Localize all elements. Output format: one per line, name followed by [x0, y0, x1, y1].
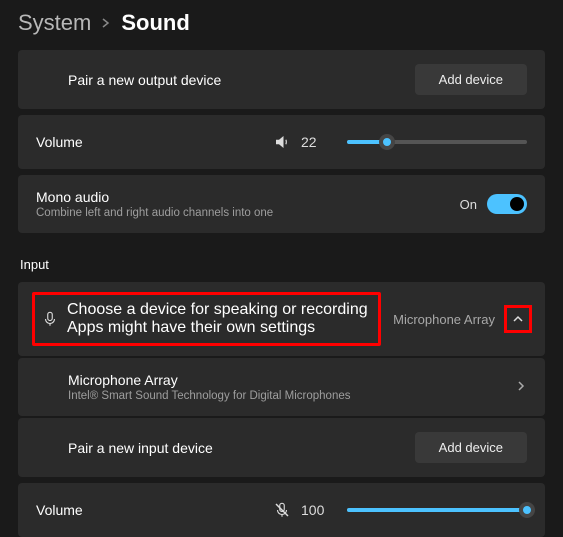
mono-audio-toggle[interactable] — [487, 194, 527, 214]
output-volume-label: Volume — [36, 134, 273, 150]
input-device-desc: Intel® Smart Sound Technology for Digita… — [68, 390, 515, 402]
mono-toggle-state: On — [460, 197, 477, 212]
output-volume-slider[interactable] — [347, 140, 527, 144]
mono-audio-subtitle: Combine left and right audio channels in… — [36, 207, 460, 219]
chevron-right-icon — [101, 15, 111, 31]
pair-output-label: Pair a new output device — [68, 72, 415, 88]
input-volume-slider[interactable] — [347, 508, 527, 512]
chevron-up-icon — [512, 313, 524, 325]
speaker-icon[interactable] — [273, 133, 291, 151]
choose-input-highlight: Choose a device for speaking or recordin… — [32, 292, 381, 346]
pair-input-label: Pair a new input device — [68, 440, 415, 456]
add-input-device-button[interactable]: Add device — [415, 432, 527, 463]
output-volume-row: Volume 22 — [18, 115, 545, 169]
choose-input-subtitle: Apps might have their own settings — [67, 319, 315, 336]
collapse-input-button[interactable] — [505, 306, 531, 332]
selected-input-device: Microphone Array — [393, 312, 495, 327]
microphone-icon — [41, 310, 59, 328]
input-device-name: Microphone Array — [68, 372, 515, 388]
input-volume-label: Volume — [36, 502, 273, 518]
microphone-muted-icon[interactable] — [273, 501, 291, 519]
output-volume-value: 22 — [301, 134, 335, 150]
breadcrumb-parent[interactable]: System — [18, 10, 91, 36]
input-volume-value: 100 — [301, 502, 335, 518]
choose-input-title: Choose a device for speaking or recordin… — [67, 301, 368, 318]
mono-audio-row: Mono audio Combine left and right audio … — [18, 175, 545, 233]
pair-output-row: Pair a new output device Add device — [18, 50, 545, 109]
add-output-device-button[interactable]: Add device — [415, 64, 527, 95]
pair-input-row: Pair a new input device Add device — [18, 418, 545, 477]
input-section-label: Input — [18, 239, 545, 282]
input-device-row[interactable]: Microphone Array Intel® Smart Sound Tech… — [18, 358, 545, 416]
breadcrumb-current: Sound — [121, 10, 189, 36]
mono-audio-title: Mono audio — [36, 189, 460, 205]
input-volume-row: Volume 100 — [18, 483, 545, 537]
choose-input-device-row[interactable]: Choose a device for speaking or recordin… — [18, 282, 545, 356]
chevron-right-icon — [515, 379, 527, 395]
breadcrumb: System Sound — [18, 0, 545, 50]
